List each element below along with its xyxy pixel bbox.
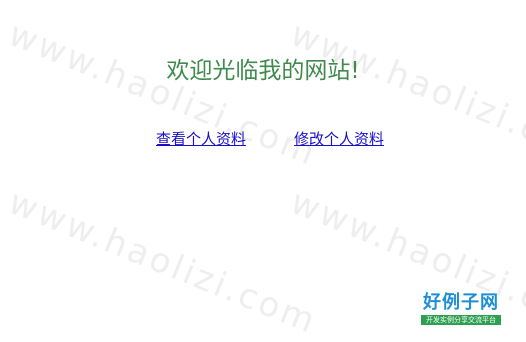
logo-tagline: 开发实例分享交流平台	[421, 315, 501, 325]
watermark-text: www.haolizi.com	[3, 182, 323, 342]
watermark-text: www.haolizi.com	[3, 14, 323, 175]
site-logo: 好例子网 开发实例分享交流平台	[421, 292, 501, 325]
view-profile-link[interactable]: 查看个人资料	[156, 128, 246, 149]
page-title: 欢迎光临我的网站!	[166, 58, 360, 84]
edit-profile-link[interactable]: 修改个人资料	[294, 128, 384, 149]
watermark-text: www.haolizi.com	[285, 14, 526, 175]
logo-main-text: 好例子网	[423, 292, 499, 313]
watermark-layer: www.haolizi.com www.haolizi.com www.haol…	[0, 0, 526, 342]
profile-links: 查看个人资料 修改个人资料	[156, 128, 384, 149]
